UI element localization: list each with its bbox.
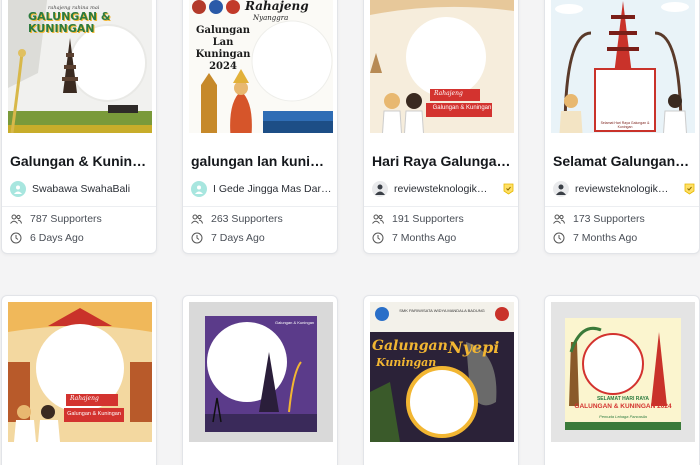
thumb-top-text: Galungan & Kuningan <box>275 320 315 325</box>
campaign-title[interactable]: Hari Raya Galunga… <box>372 153 512 169</box>
age-stat: 7 Days Ago <box>191 232 265 244</box>
card-divider <box>545 206 699 207</box>
thumb-sub-text: Nyanggra <box>253 14 289 22</box>
clock-icon <box>553 232 565 244</box>
campaign-thumbnail[interactable]: Rahajeng Nyanggra Galungan Lan Kuningan … <box>189 0 333 133</box>
campaign-title[interactable]: Galungan & Kunin… <box>10 153 150 169</box>
twibbon-frame-image <box>370 0 514 133</box>
created-age: 7 Days Ago <box>211 232 265 244</box>
thumb-extra-text: Nyepi <box>448 338 500 357</box>
created-age: 7 Months Ago <box>573 232 638 244</box>
age-stat: 6 Days Ago <box>10 232 84 244</box>
thumb-sub-text: Kuningan <box>376 356 437 369</box>
clock-icon <box>10 232 22 244</box>
campaign-card[interactable]: rahajeng rahina mai GALUNGAN & KUNINGAN … <box>1 0 157 254</box>
thumb-main-text: Galungan & Kuningan <box>432 105 492 111</box>
supporters-count: 191 Supporters <box>392 213 464 225</box>
campaign-thumbnail[interactable]: Rahajeng Galungan & Kuningan <box>8 302 152 442</box>
author-avatar <box>553 181 569 197</box>
supporters-stat: 173 Supporters <box>553 213 645 225</box>
thumb-main-text: Galungan Lan Kuningan 2024 <box>195 25 251 72</box>
thumb-top-text: Rahajeng <box>245 0 309 13</box>
card-divider <box>364 206 518 207</box>
campaign-card[interactable]: Selamat Hari Raya Galungan & Kuningan Se… <box>544 0 700 254</box>
author-name: reviewsteknologik… <box>575 183 669 195</box>
card-divider <box>183 206 337 207</box>
campaign-card[interactable]: Galungan & Kuningan <box>182 295 338 465</box>
thumb-main-text: Galungan & Kuningan <box>67 411 121 417</box>
author-name: I Gede Jingga Mas Dars… <box>213 183 333 195</box>
thumb-top-text: Rahajeng <box>70 395 99 402</box>
verified-badge-icon <box>684 183 695 195</box>
thumb-main-text: Galungan <box>372 338 448 354</box>
author-name: Swabawa SwahaBali <box>32 183 131 195</box>
users-icon <box>10 214 22 224</box>
author-avatar <box>10 181 26 197</box>
campaign-title[interactable]: Selamat Galungan … <box>553 153 693 169</box>
supporters-stat: 263 Supporters <box>191 213 283 225</box>
thumb-top-text: SELAMAT HARI RAYA <box>596 396 650 402</box>
campaign-card[interactable]: SMK PARIWISATA WIDYA MANDALA BADUNG Galu… <box>363 295 519 465</box>
supporters-stat: 191 Supporters <box>372 213 464 225</box>
thumb-sub-text: Pemuda Lebaga Pancasila <box>599 414 647 419</box>
supporters-stat: 787 Supporters <box>10 213 102 225</box>
clock-icon <box>191 232 203 244</box>
campaign-author[interactable]: Swabawa SwahaBali <box>10 180 152 198</box>
age-stat: 7 Months Ago <box>372 232 456 244</box>
supporters-count: 173 Supporters <box>573 213 645 225</box>
twibbon-frame-image <box>551 0 695 133</box>
users-icon <box>191 214 203 224</box>
supporters-count: 263 Supporters <box>211 213 283 225</box>
campaign-card[interactable]: Rahajeng Nyanggra Galungan Lan Kuningan … <box>182 0 338 254</box>
users-icon <box>553 214 565 224</box>
twibbon-frame-image <box>551 302 695 442</box>
campaign-title[interactable]: galungan lan kunin… <box>191 153 331 169</box>
thumb-main-text: GALUNGAN & KUNINGAN <box>28 10 111 35</box>
verified-badge-icon <box>503 183 514 195</box>
author-avatar <box>372 181 388 197</box>
thumb-top-text: Selamat Hari Raya Galungan & Kuningan <box>600 121 650 129</box>
thumb-top-text: Rahajeng <box>434 90 463 97</box>
campaign-thumbnail[interactable]: SMK PARIWISATA WIDYA MANDALA BADUNG Galu… <box>370 302 514 442</box>
campaign-grid: rahajeng rahina mai GALUNGAN & KUNINGAN … <box>0 0 700 465</box>
clock-icon <box>372 232 384 244</box>
campaign-card[interactable]: SELAMAT HARI RAYA GALUNGAN & KUNINGAN 20… <box>544 295 700 465</box>
campaign-thumbnail[interactable]: Selamat Hari Raya Galungan & Kuningan <box>551 0 695 133</box>
created-age: 7 Months Ago <box>392 232 457 244</box>
author-avatar <box>191 181 207 197</box>
campaign-thumbnail[interactable]: rahajeng rahina mai GALUNGAN & KUNINGAN <box>8 0 152 133</box>
campaign-author[interactable]: I Gede Jingga Mas Dars… <box>191 180 333 198</box>
campaign-card[interactable]: Rahajeng Galungan & Kuningan Hari Raya G… <box>363 0 519 254</box>
thumb-main-text: GALUNGAN & KUNINGAN 2024 <box>574 403 672 410</box>
card-divider <box>2 206 156 207</box>
users-icon <box>372 214 384 224</box>
campaign-author[interactable]: reviewsteknologik… <box>553 180 695 198</box>
twibbon-frame-image <box>370 302 514 442</box>
campaign-thumbnail[interactable]: Rahajeng Galungan & Kuningan <box>370 0 514 133</box>
age-stat: 7 Months Ago <box>553 232 637 244</box>
campaign-card[interactable]: Rahajeng Galungan & Kuningan <box>1 295 157 465</box>
campaign-author[interactable]: reviewsteknologik… <box>372 180 514 198</box>
thumb-top-text: SMK PARIWISATA WIDYA MANDALA BADUNG <box>399 308 485 313</box>
campaign-thumbnail[interactable]: Galungan & Kuningan <box>189 302 333 442</box>
author-name: reviewsteknologik… <box>394 183 488 195</box>
supporters-count: 787 Supporters <box>30 213 102 225</box>
created-age: 6 Days Ago <box>30 232 84 244</box>
campaign-thumbnail[interactable]: SELAMAT HARI RAYA GALUNGAN & KUNINGAN 20… <box>551 302 695 442</box>
twibbon-frame-image <box>8 302 152 442</box>
